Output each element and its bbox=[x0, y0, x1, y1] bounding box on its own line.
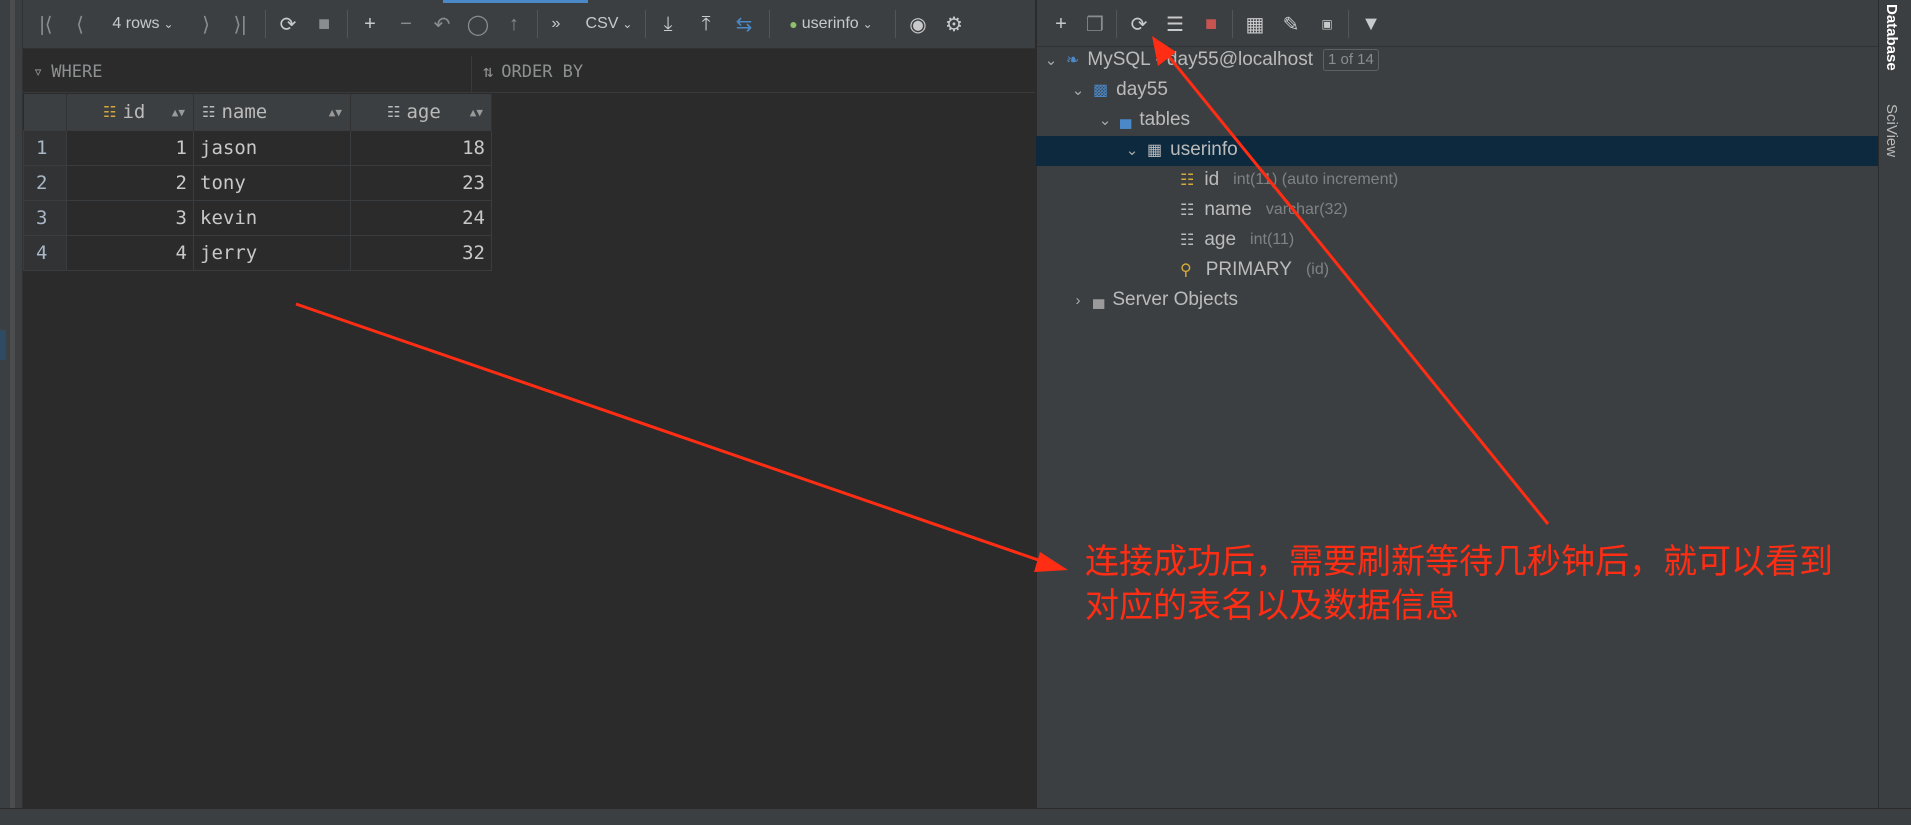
annotation-arrow-up bbox=[1160, 47, 1550, 525]
annotation-line-2: 对应的表名以及数据信息 bbox=[1085, 587, 1459, 625]
annotation-text: 连接成功后，需要刷新等待几秒钟后，就可以看到 对应的表名以及数据信息 bbox=[1085, 540, 1885, 628]
annotation-arrow-left bbox=[295, 302, 1051, 566]
arrowhead-icon bbox=[1034, 552, 1068, 572]
annotation-arrows bbox=[295, 36, 1550, 572]
annotation-line-1: 连接成功后，需要刷新等待几秒钟后，就可以看到 bbox=[1085, 543, 1833, 581]
